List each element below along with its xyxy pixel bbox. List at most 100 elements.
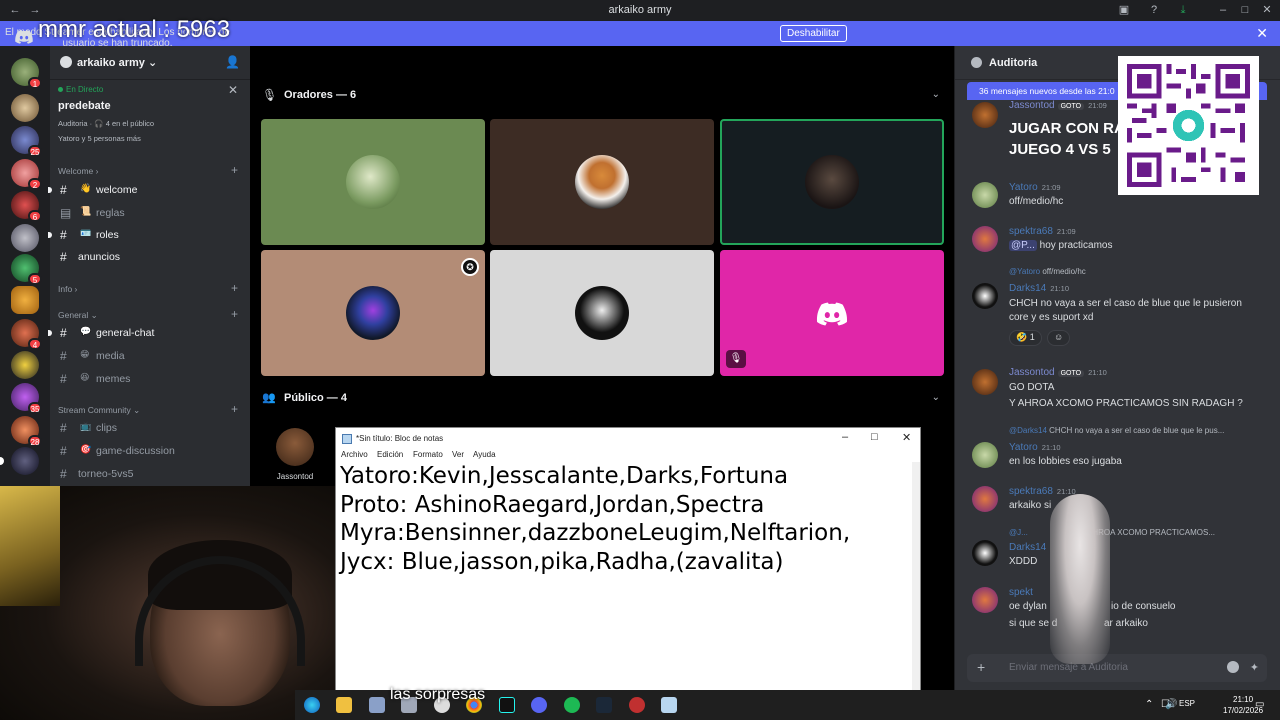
- speaker-tile-speaking[interactable]: [720, 119, 944, 245]
- discord-logo-icon[interactable]: [14, 30, 34, 44]
- message-avatar[interactable]: [972, 442, 998, 468]
- message-author[interactable]: spektra68 21:10: [1009, 486, 1076, 497]
- server-icon[interactable]: [11, 286, 39, 314]
- tiktok-icon[interactable]: [499, 697, 515, 713]
- add-channel-icon[interactable]: +: [231, 307, 238, 321]
- message-author[interactable]: Jassontod GOTO 21:10: [1009, 367, 1107, 378]
- message-avatar[interactable]: [972, 369, 998, 395]
- reaction-pill[interactable]: 🤣 1: [1009, 330, 1042, 346]
- speaker-tile[interactable]: [261, 119, 485, 245]
- spotify-icon[interactable]: [564, 697, 580, 713]
- menu-ayuda[interactable]: Ayuda: [473, 450, 496, 459]
- server-icon[interactable]: 1: [11, 58, 42, 89]
- server-icon[interactable]: 4: [11, 319, 42, 350]
- notepad-maximize-icon[interactable]: □: [871, 431, 878, 443]
- category-general[interactable]: General ⌄: [58, 310, 98, 321]
- message-avatar[interactable]: [972, 226, 998, 252]
- speaker-tile[interactable]: [490, 250, 714, 376]
- channel-roles[interactable]: # 🪪 roles: [48, 225, 244, 245]
- reply-preview[interactable]: @Yatoro off/medio/hc: [1009, 267, 1086, 276]
- server-icon[interactable]: [11, 224, 39, 252]
- channel-memes[interactable]: # 😆 memes: [56, 369, 244, 389]
- notepad-minimize-icon[interactable]: –: [842, 431, 848, 443]
- server-icon-arkaiko[interactable]: [11, 447, 39, 475]
- edge-icon[interactable]: [304, 697, 320, 713]
- volume-icon[interactable]: 🔊: [1165, 699, 1177, 710]
- speaker-tile[interactable]: 🎙: [720, 250, 944, 376]
- close-live-card-icon[interactable]: ✕: [228, 83, 238, 97]
- speaker-tile[interactable]: [490, 119, 714, 245]
- audience-member[interactable]: Jassontod: [270, 428, 320, 481]
- server-icon[interactable]: [11, 94, 39, 122]
- server-icon[interactable]: 5: [11, 254, 42, 285]
- notepad-scrollbar[interactable]: [912, 462, 920, 692]
- apps-icon[interactable]: ✦: [1250, 661, 1259, 674]
- category-welcome[interactable]: Welcome ›: [58, 166, 98, 176]
- message-composer[interactable]: + Enviar mensaje a Auditoria ✦: [967, 654, 1267, 682]
- emoji-picker-icon[interactable]: [1227, 661, 1239, 673]
- server-icon[interactable]: [11, 351, 39, 379]
- add-channel-icon[interactable]: +: [231, 163, 238, 177]
- steam-icon[interactable]: [596, 697, 612, 713]
- channel-welcome[interactable]: # 👋 welcome: [48, 180, 244, 200]
- server-icon[interactable]: 28: [11, 416, 42, 447]
- file-explorer-icon[interactable]: [336, 697, 352, 713]
- channel-clips[interactable]: # 📺 clips: [56, 418, 244, 438]
- channel-game-discussion[interactable]: # 🎯 game-discussion: [56, 441, 244, 461]
- channel-torneo[interactable]: # torneo-5vs5: [56, 464, 244, 484]
- server-icon[interactable]: 2: [11, 159, 42, 190]
- channel-media[interactable]: # 😁 media: [56, 346, 244, 366]
- reply-preview[interactable]: @Darks14 CHCH no vaya a ser el caso de b…: [1009, 426, 1224, 435]
- invite-people-icon[interactable]: 👤: [225, 55, 240, 69]
- menu-ver[interactable]: Ver: [452, 450, 464, 459]
- tray-chevron-icon[interactable]: ⌃: [1145, 699, 1153, 710]
- close-window-icon[interactable]: ✕: [1260, 3, 1274, 17]
- message-author[interactable]: spekt: [1009, 587, 1033, 598]
- channel-reglas[interactable]: ▤ 📜 reglas: [56, 203, 244, 223]
- user-mention[interactable]: @P...: [1009, 240, 1037, 251]
- message-author[interactable]: spektra68 21:09: [1009, 226, 1076, 237]
- disable-streamer-button[interactable]: Deshabilitar: [780, 25, 847, 42]
- server-header[interactable]: arkaiko army ⌄ 👤: [50, 46, 250, 80]
- speaker-tile[interactable]: ✪: [261, 250, 485, 376]
- live-stage-card[interactable]: En Directo ✕ predebate Auditoria · 🎧 4 e…: [50, 80, 250, 150]
- message-avatar[interactable]: [972, 587, 998, 613]
- message-author[interactable]: Darks14: [1009, 542, 1046, 553]
- inbox-icon[interactable]: ▣: [1117, 3, 1131, 17]
- message-avatar[interactable]: [972, 540, 998, 566]
- server-icon[interactable]: 25: [11, 126, 42, 157]
- download-icon[interactable]: ⤓: [1176, 3, 1190, 17]
- message-author[interactable]: Darks14 21:10: [1009, 283, 1069, 294]
- notepad-text-area[interactable]: Yatoro:Kevin,Jesscalante,Darks,Fortuna P…: [340, 462, 850, 576]
- message-avatar[interactable]: [972, 182, 998, 208]
- minimize-icon[interactable]: –: [1216, 3, 1230, 17]
- message-author[interactable]: Yatoro 21:09: [1009, 182, 1061, 193]
- menu-formato[interactable]: Formato: [413, 450, 443, 459]
- app-icon[interactable]: [369, 697, 385, 713]
- category-info[interactable]: Info ›: [58, 284, 77, 294]
- add-channel-icon[interactable]: +: [231, 402, 238, 416]
- reply-preview[interactable]: @J... Y AHROA XCOMO PRACTICAMOS...: [1009, 528, 1215, 537]
- add-reaction-icon[interactable]: ☺: [1047, 330, 1071, 346]
- menu-edicion[interactable]: Edición: [377, 450, 403, 459]
- server-icon[interactable]: 6: [11, 191, 42, 222]
- notifications-icon[interactable]: ▭: [1255, 699, 1264, 710]
- server-icon[interactable]: 35: [11, 383, 42, 414]
- category-stream-community[interactable]: Stream Community ⌄: [58, 405, 140, 416]
- close-banner-icon[interactable]: ✕: [1256, 26, 1268, 40]
- message-author[interactable]: Yatoro 21:10: [1009, 442, 1061, 453]
- menu-archivo[interactable]: Archivo: [341, 450, 368, 459]
- discord-taskbar-icon[interactable]: [531, 697, 547, 713]
- notepad-close-icon[interactable]: ✕: [902, 431, 911, 444]
- collapse-audience-icon[interactable]: ⌄: [932, 392, 940, 403]
- app-icon[interactable]: [629, 697, 645, 713]
- channel-anuncios[interactable]: # anuncios: [56, 247, 244, 267]
- notepad-taskbar-icon[interactable]: [661, 697, 677, 713]
- language-indicator[interactable]: ESP: [1179, 699, 1195, 708]
- message-avatar[interactable]: [972, 283, 998, 309]
- maximize-icon[interactable]: □: [1238, 3, 1252, 17]
- message-avatar[interactable]: [972, 486, 998, 512]
- help-icon[interactable]: ?: [1147, 3, 1161, 17]
- channel-general-chat[interactable]: # 💬 general-chat: [48, 323, 244, 343]
- message-author[interactable]: Jassontod GOTO 21:09: [1009, 100, 1107, 111]
